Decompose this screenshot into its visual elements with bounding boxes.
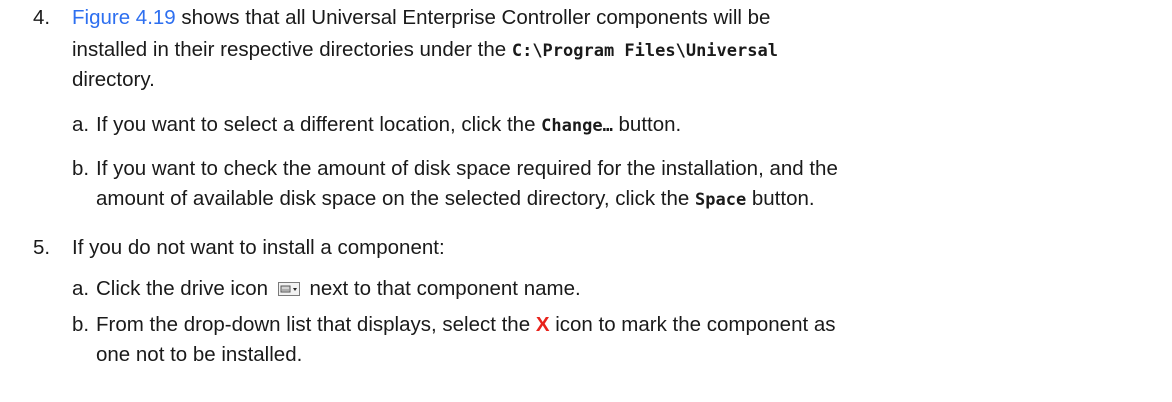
step-text-line: installed in their respective directorie… <box>72 36 778 65</box>
step-text: installed in their respective directorie… <box>72 38 512 61</box>
step-number: 4. <box>33 6 51 29</box>
substep-letter: a. <box>72 277 90 300</box>
space-button-name: Space <box>695 190 747 210</box>
step-number: 5. <box>33 236 51 259</box>
change-button-name: Change… <box>541 116 613 136</box>
step-text-line: directory. <box>72 68 155 91</box>
substep-text-part: next to that component name. <box>309 277 581 300</box>
substep-text-part: If you want to select a different locati… <box>96 113 542 136</box>
substep-text: Click the drive icon next to that compon… <box>96 275 581 303</box>
substep-text-part: Click the drive icon <box>96 277 269 300</box>
directory-path: C:\Program Files\Universal <box>511 41 778 61</box>
substep-letter: a. <box>72 113 90 136</box>
step-text-line: Figure 4.19 shows that all Universal Ent… <box>72 4 770 32</box>
step-text-line: If you do not want to install a componen… <box>72 236 445 259</box>
substep-text-line: one not to be installed. <box>96 343 303 366</box>
drive-dropdown-icon <box>277 276 300 296</box>
step-text: shows that all Universal Enterprise Cont… <box>175 6 771 29</box>
figure-link[interactable]: Figure 4.19 <box>72 6 176 29</box>
substep-text-part: amount of available disk space on the se… <box>96 187 695 210</box>
substep-text-part: From the drop-down list that displays, s… <box>96 313 536 336</box>
substep-text-part: icon to mark the component as <box>549 313 836 336</box>
x-mark-icon: X <box>535 313 550 336</box>
substep-text: amount of available disk space on the se… <box>96 185 815 214</box>
substep-letter: b. <box>72 313 90 336</box>
substep-text: If you want to select a different locati… <box>96 111 681 140</box>
substep-text-line: If you want to check the amount of disk … <box>96 157 838 180</box>
substep-letter: b. <box>72 157 90 180</box>
substep-text-part: button. <box>746 187 815 210</box>
substep-text-part: button. <box>612 113 682 136</box>
substep-text: From the drop-down list that displays, s… <box>96 311 836 339</box>
